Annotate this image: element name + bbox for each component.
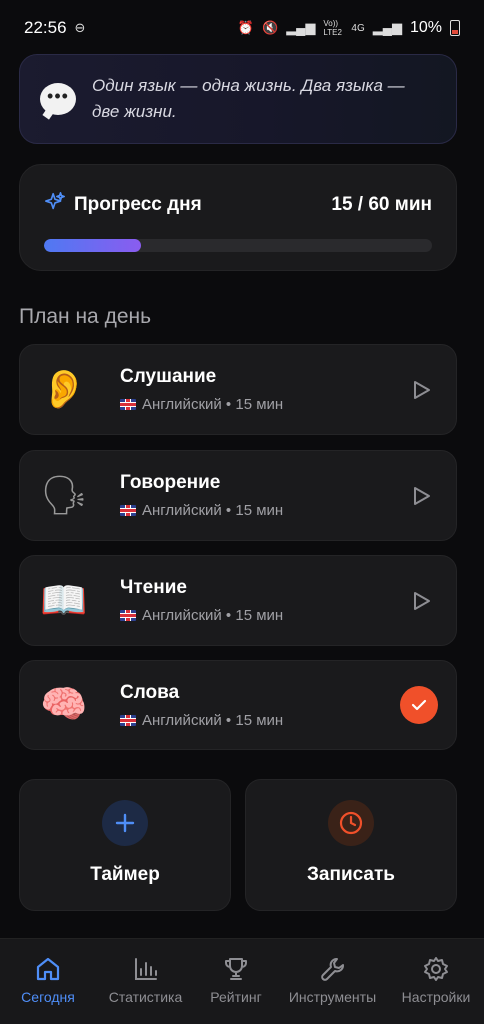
nav-label: Рейтинг bbox=[210, 989, 262, 1005]
task-meta-text: Английский • 15 мин bbox=[142, 607, 284, 624]
nav-label: Настройки bbox=[401, 989, 471, 1005]
play-icon bbox=[414, 591, 430, 610]
uk-flag-icon bbox=[120, 505, 136, 516]
task-card-listening[interactable]: 👂 Слушание Английский • 15 мин bbox=[19, 344, 457, 435]
volte-icon: Vo)) LTE2 bbox=[323, 19, 342, 37]
task-name: Слушание bbox=[120, 366, 217, 387]
bottom-navigation: Сегодня Статистика Рейтинг Инструменты Н… bbox=[0, 938, 484, 1024]
signal-icon-2: ▂▄▆ bbox=[372, 20, 402, 35]
task-meta: Английский • 15 мин bbox=[120, 396, 406, 413]
quote-card: ••• Один язык — одна жизнь. Два языка — … bbox=[19, 54, 457, 144]
progress-title: Прогресс дня bbox=[74, 194, 202, 215]
plan-title: План на день bbox=[19, 305, 152, 328]
gear-icon bbox=[424, 957, 448, 981]
plus-icon bbox=[102, 800, 148, 846]
task-name: Говорение bbox=[120, 472, 221, 493]
play-button[interactable] bbox=[406, 374, 438, 406]
task-card-reading[interactable]: 📖 Чтение Английский • 15 мин bbox=[19, 555, 457, 646]
timer-button[interactable]: Таймер bbox=[19, 779, 231, 911]
chart-icon bbox=[134, 958, 157, 980]
battery-percent: 10% bbox=[409, 19, 442, 36]
sparkle-icon bbox=[44, 191, 66, 219]
task-info: Чтение Английский • 15 мин bbox=[120, 577, 406, 624]
task-name: Чтение bbox=[120, 577, 187, 598]
record-button[interactable]: Записать bbox=[245, 779, 457, 911]
task-meta: Английский • 15 мин bbox=[120, 607, 406, 624]
speech-bubble-icon: ••• bbox=[40, 83, 76, 115]
brain-icon: 🧠 bbox=[40, 684, 88, 726]
network-icon: 4G bbox=[351, 22, 365, 34]
nav-item-tools[interactable]: Инструменты bbox=[281, 939, 385, 1024]
progress-bar-fill bbox=[44, 239, 141, 252]
task-meta-text: Английский • 15 мин bbox=[142, 711, 284, 729]
trophy-icon bbox=[225, 958, 247, 980]
nav-item-rating[interactable]: Рейтинг bbox=[201, 939, 271, 1024]
progress-value: 15 / 60 мин bbox=[331, 194, 432, 215]
record-label: Записать bbox=[307, 864, 395, 885]
task-info: Слова Английский • 15 мин bbox=[120, 682, 400, 729]
task-meta-text: Английский • 15 мин bbox=[142, 502, 284, 519]
signal-icon: ▂▄▆ bbox=[286, 20, 316, 35]
play-button[interactable] bbox=[406, 585, 438, 617]
timer-label: Таймер bbox=[90, 864, 160, 885]
wrench-icon bbox=[320, 958, 344, 981]
task-meta: Английский • 15 мин bbox=[120, 712, 400, 729]
task-info: Говорение Английский • 15 мин bbox=[120, 472, 406, 519]
uk-flag-icon bbox=[120, 399, 136, 410]
done-check-button[interactable] bbox=[400, 686, 438, 724]
open-book-icon: 📖 bbox=[40, 579, 88, 622]
dnd-icon: ⊖ bbox=[74, 20, 86, 35]
task-card-words[interactable]: 🧠 Слова Английский • 15 мин bbox=[19, 660, 457, 750]
check-icon bbox=[411, 699, 427, 711]
status-bar: 22:56 ⊖ ⏰ 🔇 ▂▄▆ Vo)) LTE2 4G ▂▄▆ 10% bbox=[0, 0, 484, 56]
play-button[interactable] bbox=[406, 480, 438, 512]
task-name: Слова bbox=[120, 681, 180, 703]
progress-header: Прогресс дня 15 / 60 мин bbox=[44, 191, 432, 219]
battery-icon bbox=[450, 20, 460, 36]
nav-label: Статистика bbox=[108, 989, 183, 1005]
progress-title-wrap: Прогресс дня bbox=[44, 191, 202, 219]
task-card-speaking[interactable]: 🗣 Говорение Английский • 15 мин bbox=[19, 450, 457, 541]
daily-progress-card: Прогресс дня 15 / 60 мин bbox=[19, 164, 457, 271]
ear-icon: 👂 bbox=[40, 368, 88, 411]
nav-item-today[interactable]: Сегодня bbox=[6, 939, 90, 1024]
home-icon bbox=[36, 957, 60, 981]
task-meta-text: Английский • 15 мин bbox=[142, 396, 284, 413]
nav-label: Сегодня bbox=[21, 989, 75, 1005]
play-icon bbox=[414, 486, 430, 505]
nav-label: Инструменты bbox=[288, 989, 377, 1005]
nav-item-settings[interactable]: Настройки bbox=[394, 939, 478, 1024]
progress-bar bbox=[44, 239, 432, 252]
uk-flag-icon bbox=[120, 610, 136, 621]
speaking-head-icon: 🗣 bbox=[39, 474, 89, 517]
nav-item-statistics[interactable]: Статистика bbox=[100, 939, 192, 1024]
task-info: Слушание Английский • 15 мин bbox=[120, 366, 406, 413]
status-time: 22:56 bbox=[24, 18, 67, 37]
play-icon bbox=[414, 380, 430, 399]
status-right: ⏰ 🔇 ▂▄▆ Vo)) LTE2 4G ▂▄▆ 10% bbox=[238, 19, 460, 37]
mute-icon: 🔇 bbox=[262, 20, 279, 35]
quote-text: Один язык — одна жизнь. Два языка — две … bbox=[92, 76, 405, 121]
status-left: 22:56 ⊖ bbox=[24, 18, 85, 38]
task-meta: Английский • 15 мин bbox=[120, 502, 406, 519]
alarm-icon: ⏰ bbox=[237, 20, 254, 35]
clock-icon bbox=[328, 800, 374, 846]
uk-flag-icon bbox=[120, 714, 136, 726]
